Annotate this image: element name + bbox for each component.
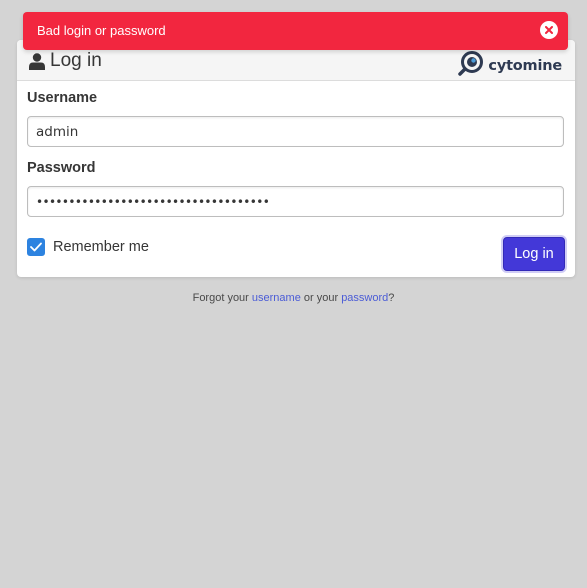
password-label: Password <box>27 160 96 176</box>
logo-text: cytomine <box>488 58 562 74</box>
remember-checkbox[interactable] <box>27 238 45 256</box>
magnifier-logo-icon <box>458 51 484 81</box>
forgot-username-link[interactable]: username <box>252 292 301 304</box>
username-input[interactable]: admin <box>27 116 564 147</box>
remember-label: Remember me <box>53 239 149 255</box>
remember-me[interactable]: Remember me <box>27 238 149 256</box>
password-input[interactable]: •••••••••••••••••••••••••••••••••••• <box>27 186 564 217</box>
username-value: admin <box>36 123 79 140</box>
forgot-password-link[interactable]: password <box>341 292 388 304</box>
error-message: Bad login or password <box>37 23 166 38</box>
cytomine-logo: cytomine <box>458 51 562 81</box>
checkmark-icon <box>30 242 42 252</box>
forgot-credentials: Forgot your username or your password? <box>0 292 587 304</box>
login-button[interactable]: Log in <box>503 237 565 271</box>
login-title-text: Log in <box>50 50 102 71</box>
password-value: •••••••••••••••••••••••••••••••••••• <box>36 194 270 209</box>
login-card: Log in cytomine Username admin Password <box>17 40 575 277</box>
forgot-prefix: Forgot your <box>192 292 252 304</box>
close-icon[interactable] <box>540 21 558 39</box>
user-icon <box>29 52 45 70</box>
forgot-middle: or your <box>300 292 342 304</box>
forgot-suffix: ? <box>388 292 395 304</box>
error-notification: Bad login or password <box>23 12 568 50</box>
login-page: Bad login or password Log in cytomine Us… <box>0 0 587 588</box>
login-title: Log in <box>29 50 102 72</box>
username-label: Username <box>27 90 98 106</box>
